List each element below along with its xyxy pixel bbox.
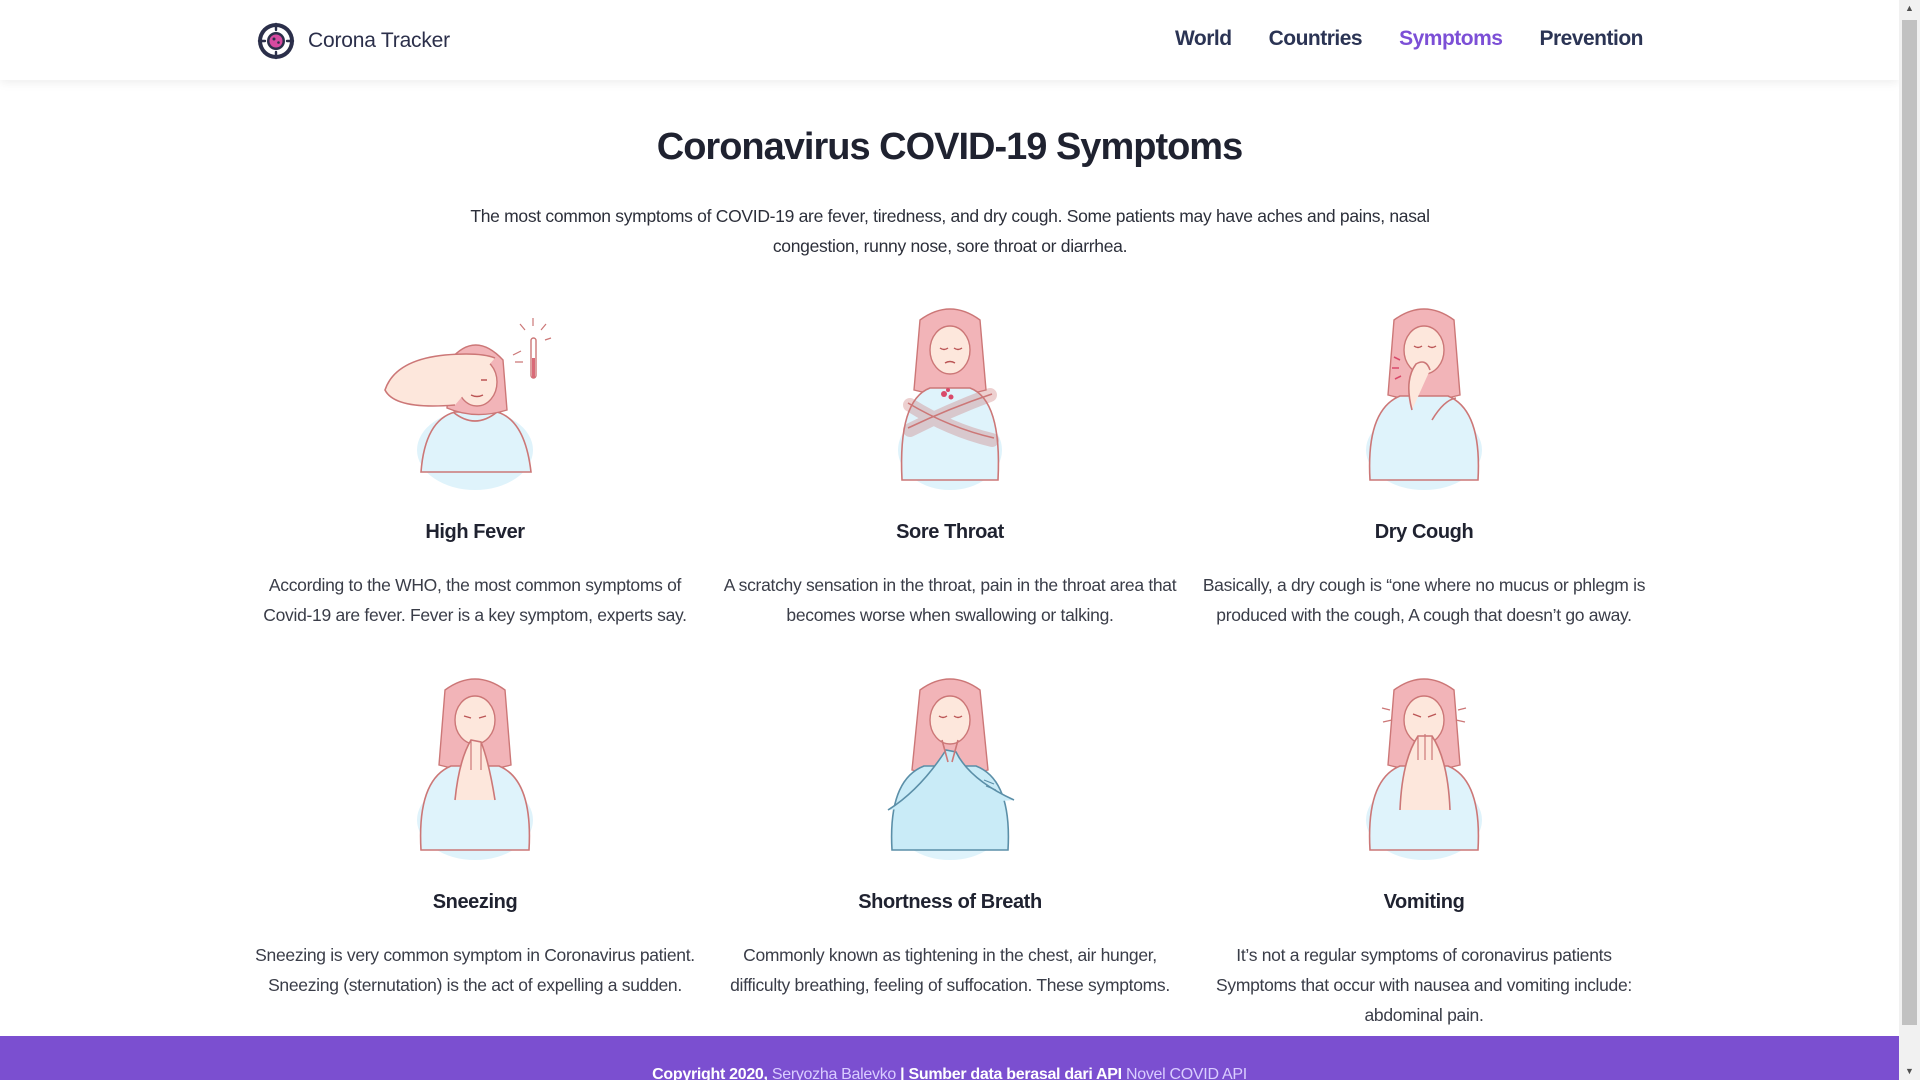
symptom-card-shortness-of-breath: Shortness of Breath Commonly known as ti… xyxy=(720,670,1180,1000)
symptom-title: Sneezing xyxy=(432,891,518,913)
nav-countries[interactable]: Countries xyxy=(1269,27,1363,51)
main-nav: World Countries Symptoms Prevention xyxy=(1175,27,1644,51)
brand[interactable]: Corona Tracker xyxy=(256,21,450,61)
footer-api-link[interactable]: Novel COVID API xyxy=(1126,1066,1247,1080)
symptom-description: According to the WHO, the most common sy… xyxy=(263,575,687,625)
symptom-description: Sneezing is very common symptom in Coron… xyxy=(255,945,695,995)
footer: Copyright 2020, Seryozha Balevko | Sumbe… xyxy=(0,1036,1899,1080)
symptom-card-sore-throat: Sore Throat A scratchy sensation in the … xyxy=(720,300,1180,630)
symptom-card-high-fever: High Fever According to the WHO, the mos… xyxy=(245,300,705,630)
symptom-title: Sore Throat xyxy=(896,521,1004,543)
scroll-up-icon[interactable]: ▲ xyxy=(1899,0,1920,17)
intro-text: The most common symptoms of COVID-19 are… xyxy=(470,206,1430,256)
footer-author-link[interactable]: Seryozha Balevko xyxy=(772,1066,896,1080)
page-title: Coronavirus COVID-19 Symptoms xyxy=(656,126,1243,168)
nav-prevention[interactable]: Prevention xyxy=(1539,27,1643,51)
symptom-description: A scratchy sensation in the throat, pain… xyxy=(723,575,1177,625)
symptom-description: It’s not a regular symptoms of coronavir… xyxy=(1216,945,1632,1025)
symptom-card-vomiting: Vomiting It’s not a regular symptoms of … xyxy=(1194,670,1654,1025)
symptom-card-sneezing: Sneezing Sneezing is very common symptom… xyxy=(245,670,705,1000)
symptom-title: Shortness of Breath xyxy=(858,891,1042,913)
nav-symptoms[interactable]: Symptoms xyxy=(1399,27,1503,51)
sore-throat-illustration xyxy=(898,308,1002,490)
vertical-scrollbar[interactable]: ▲ ▼ xyxy=(1899,0,1920,1080)
navbar: Corona Tracker World Countries Symptoms … xyxy=(0,0,1899,80)
virus-logo-icon xyxy=(257,22,295,60)
high-fever-illustration xyxy=(384,318,552,490)
symptom-title: High Fever xyxy=(425,521,525,543)
symptom-description: Basically, a dry cough is “one where no … xyxy=(1202,575,1646,625)
nav-world[interactable]: World xyxy=(1175,27,1232,51)
symptom-description: Commonly known as tightening in the ches… xyxy=(730,945,1170,995)
symptom-title: Vomiting xyxy=(1383,891,1465,913)
dry-cough-illustration xyxy=(1366,308,1482,490)
brand-name: Corona Tracker xyxy=(308,29,450,52)
shortness-of-breath-illustration xyxy=(887,678,1015,860)
footer-source-text: | Sumber data berasal dari API xyxy=(900,1066,1122,1080)
scroll-down-icon[interactable]: ▼ xyxy=(1899,1063,1920,1080)
page: Corona Tracker World Countries Symptoms … xyxy=(0,0,1899,1080)
footer-copyright: Copyright 2020, xyxy=(652,1066,768,1080)
scrollbar-thumb[interactable] xyxy=(1902,20,1917,1025)
symptom-card-dry-cough: Dry Cough Basically, a dry cough is “one… xyxy=(1194,300,1654,630)
vomiting-illustration xyxy=(1366,678,1482,860)
symptom-title: Dry Cough xyxy=(1374,521,1474,543)
sneezing-illustration xyxy=(417,678,533,860)
